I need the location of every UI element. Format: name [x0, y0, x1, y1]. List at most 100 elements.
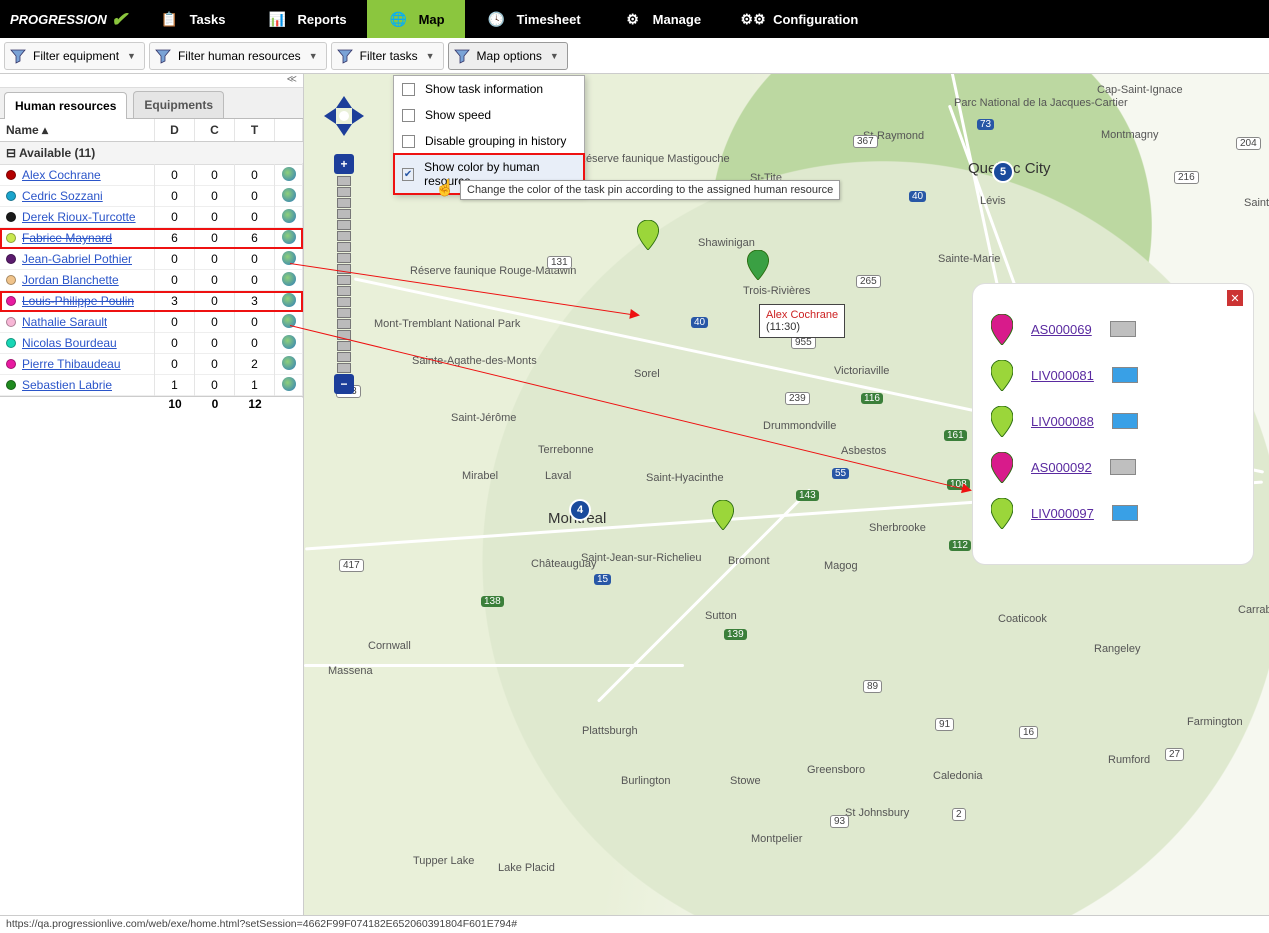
legend-link[interactable]: AS000092 — [1031, 460, 1092, 475]
hr-row[interactable]: Sebastien Labrie101 — [0, 375, 303, 396]
globe-icon[interactable] — [282, 293, 296, 307]
legend-pin-icon — [991, 360, 1013, 390]
grid-section[interactable]: ⊟ Available (11) — [0, 142, 303, 165]
nav-map[interactable]: 🌐Map — [367, 0, 465, 38]
globe-icon[interactable] — [282, 335, 296, 349]
collapse-handle[interactable]: ≪ — [0, 74, 303, 88]
globe-icon[interactable] — [282, 251, 296, 265]
tab-equipments[interactable]: Equipments — [133, 91, 224, 118]
main: ≪ Human resources Equipments Name ▴ D C … — [0, 74, 1269, 915]
nav-timesheet[interactable]: 🕓Timesheet — [465, 0, 601, 38]
city-label: Réserve faunique Mastigouche — [578, 153, 730, 165]
hr-row[interactable]: Louis-Philippe Poulin303 — [0, 291, 303, 312]
city-label: Sherbrooke — [869, 522, 926, 534]
toolbar-filter-equipment[interactable]: Filter equipment▼ — [4, 42, 145, 70]
col-name[interactable]: Name ▴ — [0, 119, 155, 141]
globe-icon[interactable] — [282, 167, 296, 181]
legend-close-button[interactable]: ✕ — [1227, 290, 1243, 306]
legend-row: LIV000081 — [991, 360, 1235, 390]
nav-label: Configuration — [773, 12, 858, 27]
globe-icon[interactable] — [282, 272, 296, 286]
map-pin[interactable] — [747, 250, 769, 280]
hr-row[interactable]: Jordan Blanchette000 — [0, 270, 303, 291]
tab-human-resources[interactable]: Human resources — [4, 92, 127, 119]
legend-pin-icon — [991, 498, 1013, 528]
hr-row[interactable]: Alex Cochrane000 — [0, 165, 303, 186]
hr-link[interactable]: Nathalie Sarault — [22, 315, 107, 329]
legend-link[interactable]: LIV000097 — [1031, 506, 1094, 521]
city-label: Saint-Jean-sur-Richelieu — [581, 552, 701, 564]
hr-link[interactable]: Cedric Sozzani — [22, 189, 103, 203]
legend-link[interactable]: AS000069 — [1031, 322, 1092, 337]
road-shield: 91 — [935, 718, 954, 731]
hr-row[interactable]: Derek Rioux-Turcotte000 — [0, 207, 303, 228]
map-pin[interactable] — [637, 220, 659, 250]
globe-icon[interactable] — [282, 377, 296, 391]
road-shield: 143 — [796, 490, 819, 501]
hr-link[interactable]: Pierre Thibaudeau — [22, 357, 121, 371]
map-pin[interactable] — [712, 500, 734, 530]
clock-icon: 🕓 — [485, 7, 509, 31]
color-dot — [6, 254, 16, 264]
toolbar-label: Filter tasks — [360, 49, 418, 63]
hr-row[interactable]: Jean-Gabriel Pothier000 — [0, 249, 303, 270]
checkbox-icon — [402, 83, 415, 96]
toolbar-map-options[interactable]: Map options▼ — [448, 42, 568, 70]
globe-icon[interactable] — [282, 209, 296, 223]
hr-link[interactable]: Fabrice Maynard — [22, 231, 112, 245]
col-t[interactable]: T — [235, 119, 275, 141]
left-panel: ≪ Human resources Equipments Name ▴ D C … — [0, 74, 304, 915]
legend-link[interactable]: LIV000081 — [1031, 368, 1094, 383]
legend-pin-icon — [991, 406, 1013, 436]
road-shield: 16 — [1019, 726, 1038, 739]
toolbar-filter-tasks[interactable]: Filter tasks▼ — [331, 42, 444, 70]
nav-manage[interactable]: ⚙Manage — [601, 0, 721, 38]
nav-reports[interactable]: 📊Reports — [245, 0, 366, 38]
city-label: Laval — [545, 470, 571, 482]
color-dot — [6, 317, 16, 327]
hand-cursor-icon: ☝ — [435, 178, 455, 198]
map-canvas[interactable]: Quebec CityMontrealLévisTrois-RivièresSh… — [304, 74, 1269, 915]
legend-swatch — [1112, 505, 1138, 521]
road-shield: 161 — [944, 430, 967, 441]
zoom-out-button[interactable]: − — [334, 374, 354, 394]
city-label: Lake Placid — [498, 862, 555, 874]
zoom-track[interactable] — [337, 176, 351, 373]
col-d[interactable]: D — [155, 119, 195, 141]
toolbar-label: Map options — [477, 49, 542, 63]
map-cluster[interactable]: 4 — [569, 499, 591, 521]
hr-link[interactable]: Alex Cochrane — [22, 168, 101, 182]
nav-tasks[interactable]: 📋Tasks — [138, 0, 246, 38]
map-pan-control[interactable] — [322, 94, 366, 138]
hr-link[interactable]: Derek Rioux-Turcotte — [22, 210, 136, 224]
road-shield: 138 — [481, 596, 504, 607]
road-shield: 40 — [691, 317, 708, 328]
menu-item-show-speed[interactable]: Show speed — [394, 102, 584, 128]
globe-icon[interactable] — [282, 356, 296, 370]
hr-link[interactable]: Jean-Gabriel Pothier — [22, 252, 132, 266]
col-c[interactable]: C — [195, 119, 235, 141]
map-cluster[interactable]: 5 — [992, 161, 1014, 183]
hr-row[interactable]: Nathalie Sarault000 — [0, 312, 303, 333]
globe-icon[interactable] — [282, 230, 296, 244]
hr-link[interactable]: Jordan Blanchette — [22, 273, 119, 287]
city-label: Montmagny — [1101, 129, 1158, 141]
hr-link[interactable]: Louis-Philippe Poulin — [22, 294, 134, 308]
legend-link[interactable]: LIV000088 — [1031, 414, 1094, 429]
hr-row[interactable]: Fabrice Maynard606 — [0, 228, 303, 249]
map-zoom-control[interactable]: + − — [334, 154, 354, 396]
toolbar-filter-human-resources[interactable]: Filter human resources▼ — [149, 42, 327, 70]
globe-icon[interactable] — [282, 188, 296, 202]
road-shield: 55 — [832, 468, 849, 479]
hr-row[interactable]: Pierre Thibaudeau002 — [0, 354, 303, 375]
menu-item-disable-grouping-in-history[interactable]: Disable grouping in history — [394, 128, 584, 154]
globe-icon: 🌐 — [387, 7, 411, 31]
menu-item-show-task-information[interactable]: Show task information — [394, 76, 584, 102]
hr-link[interactable]: Nicolas Bourdeau — [22, 336, 117, 350]
hr-row[interactable]: Nicolas Bourdeau000 — [0, 333, 303, 354]
city-label: Massena — [328, 665, 373, 677]
nav-configuration[interactable]: ⚙⚙Configuration — [721, 0, 878, 38]
hr-link[interactable]: Sebastien Labrie — [22, 378, 112, 392]
zoom-in-button[interactable]: + — [334, 154, 354, 174]
hr-row[interactable]: Cedric Sozzani000 — [0, 186, 303, 207]
